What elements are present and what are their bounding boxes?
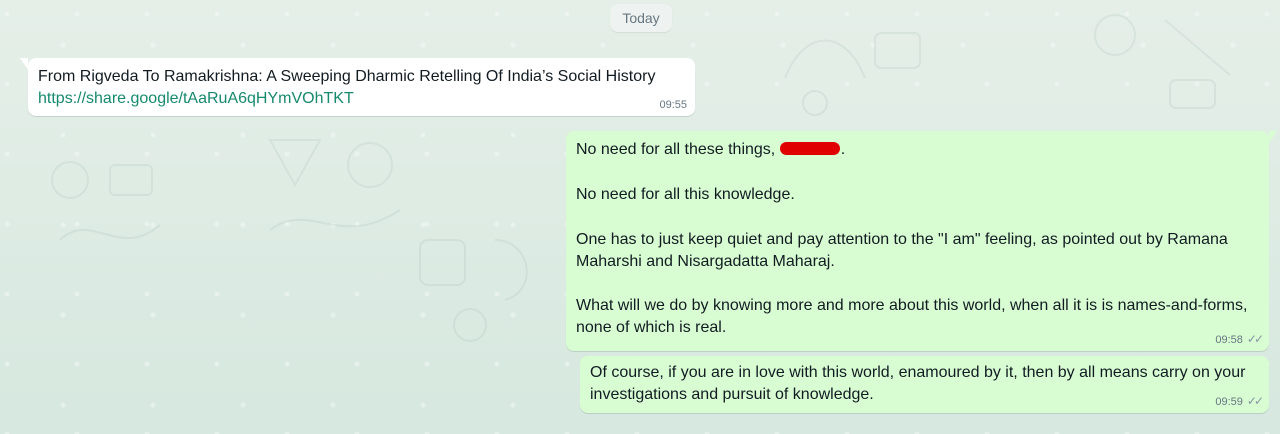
double-check-icon: ✓✓ <box>1246 394 1264 408</box>
outgoing-message[interactable]: Of course, if you are in love with this … <box>580 356 1269 413</box>
outgoing-message-meta: 09:58 ✓✓ <box>1215 332 1264 346</box>
outgoing-message-paragraph: One has to just keep quiet and pay atten… <box>576 231 1228 270</box>
incoming-message[interactable]: From Rigveda To Ramakrishna: A Sweeping … <box>20 58 695 116</box>
date-separator: Today <box>610 4 672 32</box>
incoming-message-meta: 09:55 <box>659 99 687 111</box>
outgoing-message-text-before-redaction: No need for all these things, <box>576 141 780 158</box>
outgoing-message-text: Of course, if you are in love with this … <box>590 364 1246 403</box>
outgoing-message-paragraph: No need for all these things, . <box>576 139 1259 161</box>
outgoing-message[interactable]: No need for all these things, . No need … <box>566 131 1277 351</box>
redaction-mark <box>779 142 840 155</box>
doodle-pattern-1 <box>51 161 161 241</box>
doodle-pattern-3 <box>419 239 528 342</box>
double-check-icon: ✓✓ <box>1246 332 1264 346</box>
outgoing-message-time: 09:58 <box>1215 334 1243 346</box>
incoming-message-text: From Rigveda To Ramakrishna: A Sweeping … <box>38 68 656 85</box>
outgoing-message-paragraph: What will we do by knowing more and more… <box>576 297 1248 336</box>
doodle-pattern-4 <box>784 32 921 116</box>
outgoing-message-text-after-redaction: . <box>840 141 846 158</box>
outgoing-message-paragraph: No need for all this knowledge. <box>576 186 795 203</box>
incoming-message-link[interactable]: https://share.google/tAaRuA6qHYmVOhTKT <box>38 90 354 107</box>
outgoing-message-time: 09:59 <box>1215 396 1243 408</box>
doodle-pattern-5 <box>1094 14 1231 109</box>
outgoing-message-meta: 09:59 ✓✓ <box>1215 394 1264 408</box>
incoming-message-time: 09:55 <box>659 99 687 111</box>
